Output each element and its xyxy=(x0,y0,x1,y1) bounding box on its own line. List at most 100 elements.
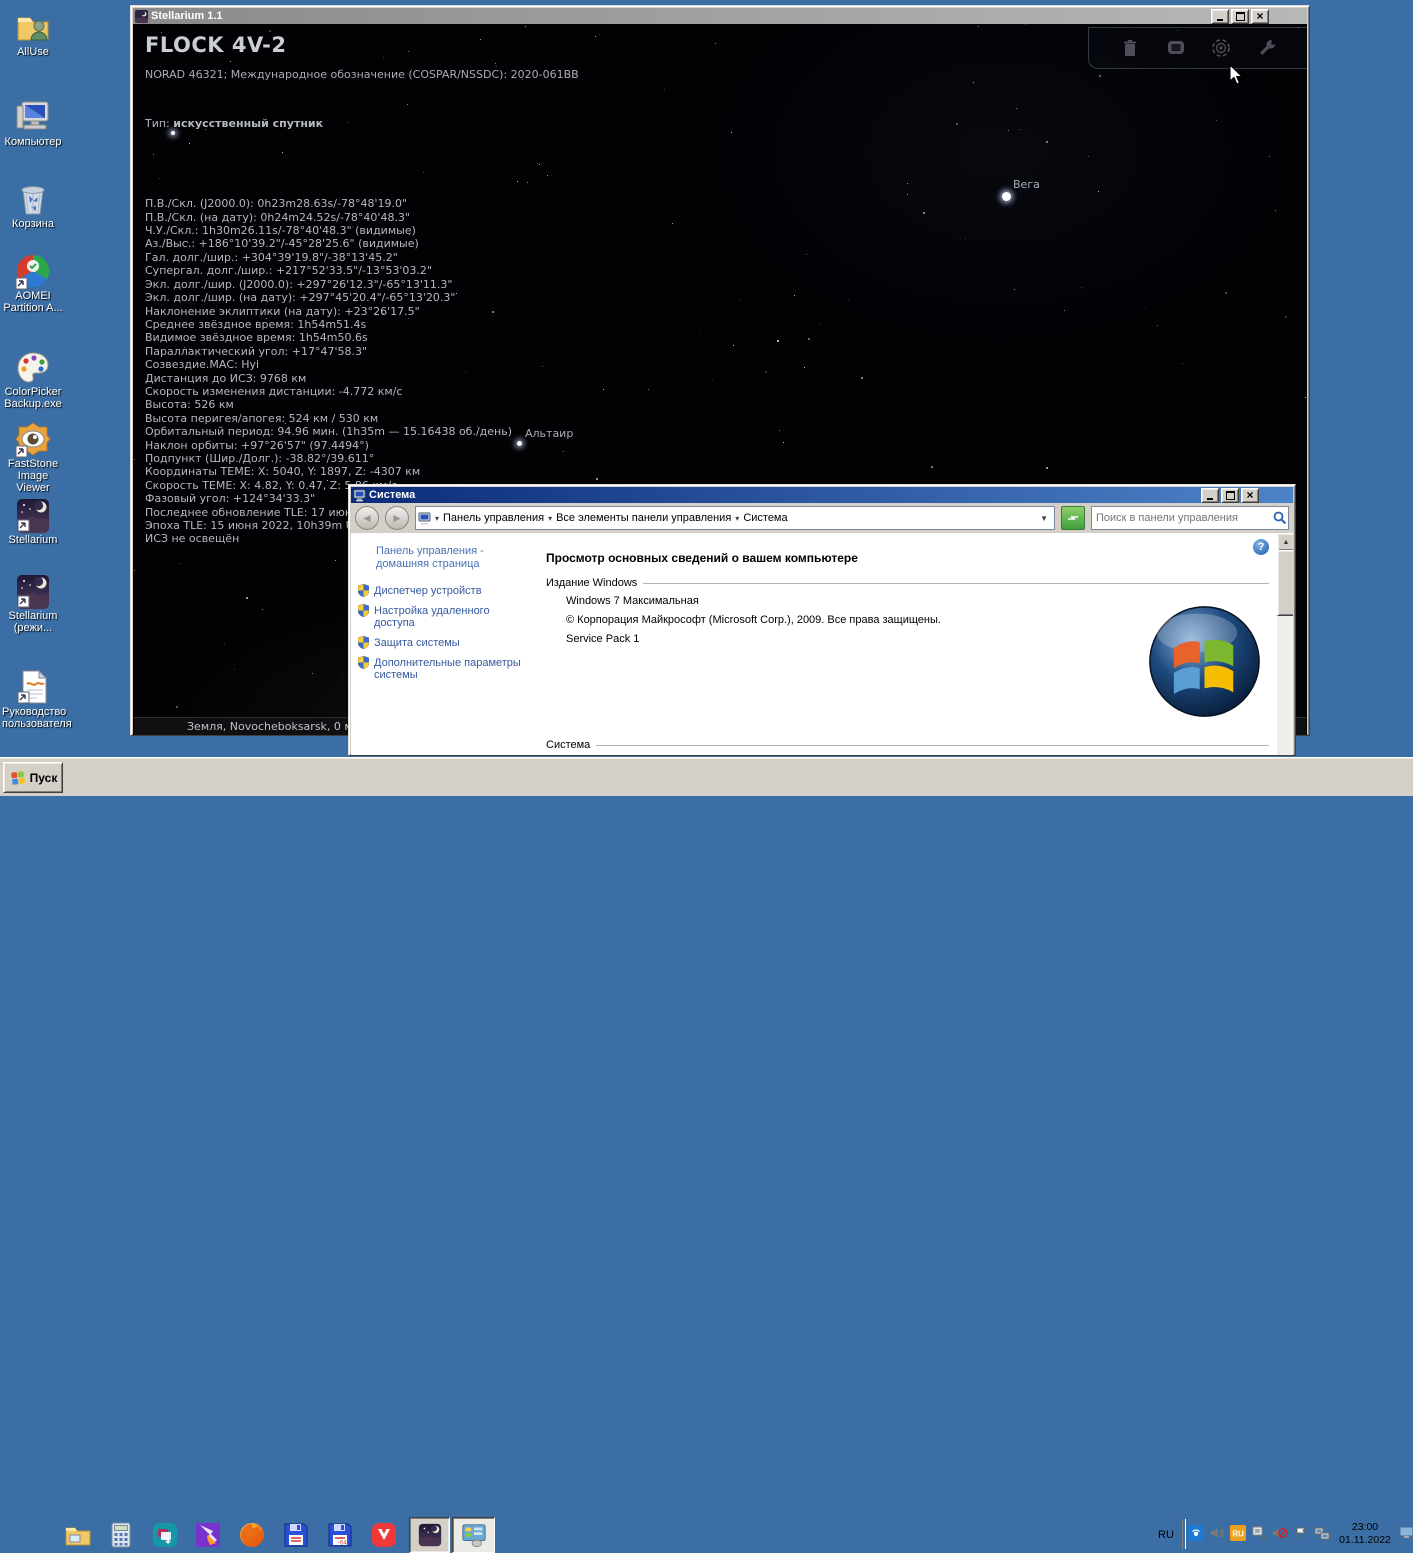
taskbar-vivaldi-icon[interactable] xyxy=(369,1520,399,1550)
svg-text:RU: RU xyxy=(1232,1530,1244,1539)
back-button[interactable]: ◄ xyxy=(355,506,379,530)
breadcrumb-all-items[interactable]: Все элементы панели управления xyxy=(556,512,731,524)
taskbar-button-stellarium[interactable] xyxy=(409,1517,450,1553)
desktop-icon-colorpicker[interactable]: ColorPickerBackup.exe xyxy=(2,348,64,410)
partition-assistant-icon xyxy=(14,252,52,290)
tray-punto-switcher-badge[interactable]: RU xyxy=(1230,1525,1246,1541)
breadcrumb-arrow-icon[interactable]: ▾ xyxy=(433,514,441,523)
breadcrumb-arrow-icon[interactable]: ▾ xyxy=(733,514,741,523)
taskbar-downloader-icon[interactable] xyxy=(193,1520,223,1550)
object-info-line: Координаты TEME: X: 5040, Y: 1897, Z: -4… xyxy=(145,465,512,478)
desktop-icon-user-guide[interactable]: Руководствопользователя xyxy=(2,668,64,730)
taskbar-save-64-icon[interactable]: -64 xyxy=(325,1520,355,1550)
taskbar-button-system[interactable] xyxy=(452,1517,495,1553)
tray-clock[interactable]: 23:00 01.11.2022 xyxy=(1334,1519,1396,1547)
system-window-content: Панель управления - домашняя страница Ди… xyxy=(351,533,1293,755)
taskbar: Пуск -64 RU RU xyxy=(0,757,1413,796)
satellite-toolbox xyxy=(1088,27,1307,69)
tray-network-hotspot-icon[interactable] xyxy=(1188,1525,1204,1541)
system-section-header: Система xyxy=(546,739,1269,751)
taskbar-secure-folders-icon[interactable] xyxy=(150,1520,180,1550)
search-input[interactable] xyxy=(1092,512,1272,524)
refresh-button[interactable] xyxy=(1061,506,1085,530)
selected-object-designation: NORAD 46321; Международное обозначение (… xyxy=(145,68,579,81)
breadcrumb-system[interactable]: Система xyxy=(743,512,787,524)
clock-time: 23:00 xyxy=(1334,1521,1396,1534)
stellarium-app-icon xyxy=(135,10,148,23)
breadcrumb-arrow-icon[interactable]: ▾ xyxy=(546,514,554,523)
desktop-icon-stellarium[interactable]: Stellarium xyxy=(2,496,64,546)
copyright-text: © Корпорация Майкрософт (Microsoft Corp.… xyxy=(566,614,941,626)
stellarium-icon xyxy=(14,572,52,610)
minimize-button[interactable] xyxy=(1211,9,1229,24)
search-icon[interactable] xyxy=(1272,510,1288,526)
sidebar-task-list: Диспетчер устройств Настройка удаленного… xyxy=(358,585,528,689)
object-info-line: Высота перигея/апогея: 524 км / 530 км xyxy=(145,412,512,425)
navigation-toolbar: ◄ ► ▾ Панель управления ▾ Все элементы п… xyxy=(351,503,1293,533)
desktop-icon-stellarium-2[interactable]: Stellarium(режи... xyxy=(2,572,64,634)
desktop-icon-recycle-bin[interactable]: Корзина xyxy=(2,180,64,230)
target-icon[interactable] xyxy=(1210,37,1232,59)
recycle-bin-icon xyxy=(14,180,52,218)
tray-action-center-flag-icon[interactable] xyxy=(1293,1525,1309,1541)
sidebar-task-link[interactable]: Настройка удаленного доступа xyxy=(358,605,528,629)
scrollbar-thumb[interactable] xyxy=(1277,550,1293,616)
language-indicator[interactable]: RU xyxy=(1152,1521,1180,1549)
object-info-line: П.В./Скл. (J2000.0): 0h23m28.63s/-78°48'… xyxy=(145,197,512,210)
windows-flag-icon xyxy=(9,769,27,787)
show-desktop-button[interactable] xyxy=(1399,1525,1413,1540)
object-type-line: Тип: искусственный спутник xyxy=(145,117,512,130)
desktop-icon-computer[interactable]: Компьютер xyxy=(2,98,64,148)
scrollbar-up-arrow[interactable]: ▲ xyxy=(1277,533,1293,551)
search-box[interactable] xyxy=(1091,506,1289,530)
breadcrumb-control-panel[interactable]: Панель управления xyxy=(443,512,544,524)
taskbar-explorer-icon[interactable] xyxy=(63,1520,93,1550)
close-button[interactable]: × xyxy=(1241,488,1259,503)
wrench-icon[interactable] xyxy=(1256,37,1278,59)
display-icon[interactable] xyxy=(1165,37,1187,59)
tray-volume-muted-icon[interactable] xyxy=(1272,1525,1288,1541)
maximize-button[interactable] xyxy=(1231,9,1249,24)
close-button[interactable]: × xyxy=(1251,9,1269,24)
maximize-button[interactable] xyxy=(1221,488,1239,503)
tray-volume-icon[interactable] xyxy=(1209,1525,1225,1541)
desktop-icon-faststone[interactable]: FastStoneImage Viewer xyxy=(2,420,64,494)
desktop-icon-aomei[interactable]: AOMEIPartition A... xyxy=(2,252,64,314)
star-vega[interactable] xyxy=(1002,192,1011,201)
forward-button[interactable]: ► xyxy=(385,506,409,530)
uac-shield-icon xyxy=(358,656,369,669)
object-info-line: Высота: 526 км xyxy=(145,398,512,411)
desktop-icon-alluse[interactable]: AllUse xyxy=(2,8,64,58)
tray-network-icon[interactable] xyxy=(1314,1525,1330,1541)
object-info-line: Экл. долг./шир. (на дату): +297°45'20.4"… xyxy=(145,291,512,304)
sidebar-task-link[interactable]: Защита системы xyxy=(358,637,528,649)
minimize-button[interactable] xyxy=(1201,488,1219,503)
service-pack: Service Pack 1 xyxy=(566,633,639,645)
start-button[interactable]: Пуск xyxy=(3,762,63,793)
computer-icon xyxy=(14,98,52,136)
tray-safely-remove-icon[interactable] xyxy=(1251,1525,1267,1541)
taskbar-save-icon[interactable] xyxy=(281,1520,311,1550)
sidebar-task-link[interactable]: Дополнительные параметры системы xyxy=(358,657,528,681)
system-window-title: Система xyxy=(369,489,1291,501)
sidebar-task-link[interactable]: Диспетчер устройств xyxy=(358,585,528,597)
system-titlebar[interactable]: Система × xyxy=(351,487,1293,503)
edition-section-header: Издание Windows xyxy=(546,577,1269,589)
address-bar[interactable]: ▾ Панель управления ▾ Все элементы панел… xyxy=(415,506,1055,530)
taskbar-calculator-icon[interactable] xyxy=(106,1520,136,1550)
trash-icon[interactable] xyxy=(1119,37,1141,59)
vertical-scrollbar[interactable]: ▲ xyxy=(1277,533,1293,755)
help-button[interactable]: ? xyxy=(1253,539,1269,555)
taskbar-firefox-icon[interactable] xyxy=(237,1520,267,1550)
object-info-line: Параллактический угол: +17°47'58.3" xyxy=(145,345,512,358)
svg-text:-64: -64 xyxy=(338,1541,347,1547)
star-altair[interactable] xyxy=(517,441,522,446)
tray-divider xyxy=(1182,1519,1186,1549)
address-dropdown-icon[interactable]: ▼ xyxy=(1036,514,1052,523)
document-icon xyxy=(14,668,52,706)
sidebar-item-control-panel-home[interactable]: Панель управления - домашняя страница xyxy=(376,545,526,571)
satellite-marker xyxy=(171,131,175,135)
object-info-line: Наклонение эклиптики (на дату): +23°26'1… xyxy=(145,305,512,318)
object-info-line: Видимое звёздное время: 1h54m50.6s xyxy=(145,331,512,344)
stellarium-titlebar[interactable]: Stellarium 1.1 × xyxy=(133,8,1307,24)
